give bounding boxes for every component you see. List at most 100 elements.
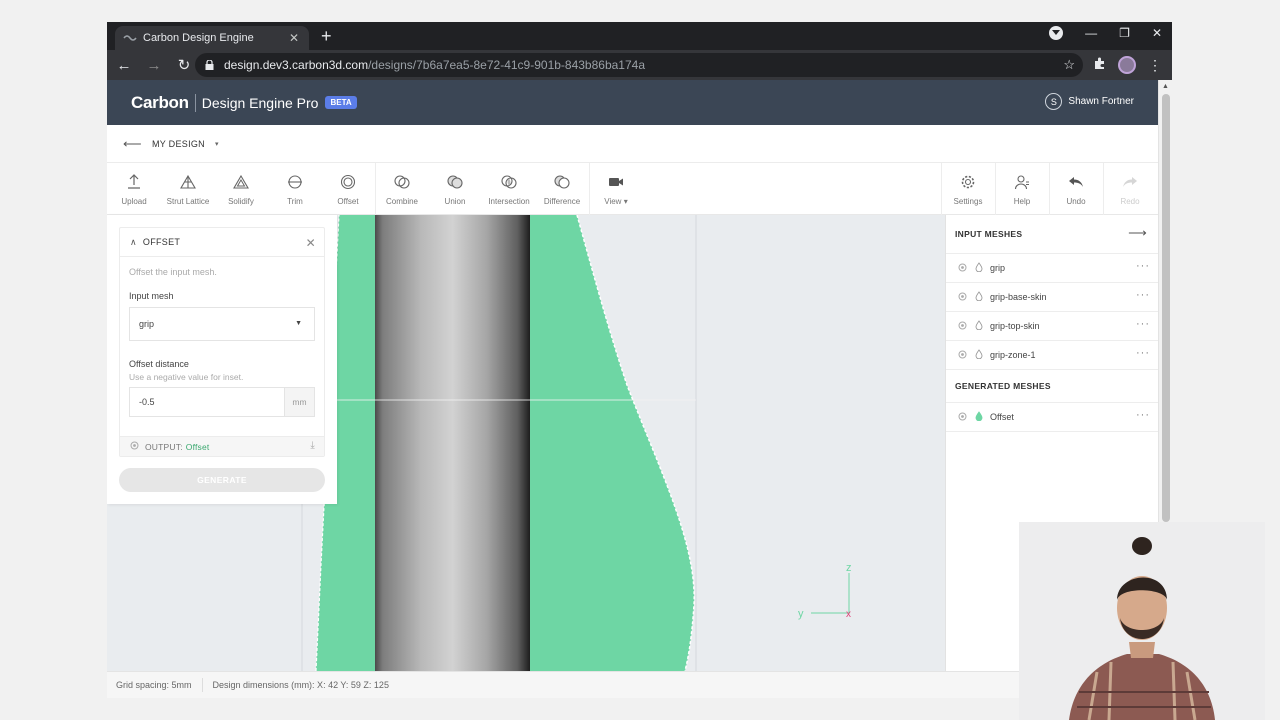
offset-unit: mm bbox=[284, 388, 314, 416]
offset-card-header[interactable]: ∧ OFFSET ✕ bbox=[120, 228, 324, 257]
strut-lattice-label: Strut Lattice bbox=[166, 197, 210, 206]
help-person-icon bbox=[1014, 173, 1030, 191]
combine-icon bbox=[393, 173, 411, 191]
tab-close-icon[interactable]: ✕ bbox=[287, 31, 301, 45]
input-mesh-label: Input mesh bbox=[129, 291, 174, 301]
beta-badge: BETA bbox=[325, 96, 357, 109]
mesh-list-item[interactable]: grip-base-skin ··· bbox=[946, 282, 1158, 311]
mesh-name: grip-base-skin bbox=[990, 292, 1047, 302]
browser-window: Carbon Design Engine ✕ + — ❐ ✕ ← → ↻ des… bbox=[107, 22, 1172, 698]
more-options-icon[interactable]: ··· bbox=[1136, 409, 1150, 421]
input-meshes-header: INPUT MESHES ⟶ bbox=[946, 215, 1158, 253]
union-button[interactable]: Union bbox=[428, 163, 482, 215]
more-options-icon[interactable]: ··· bbox=[1136, 347, 1150, 359]
mesh-surface-right bbox=[530, 215, 695, 671]
offset-distance-input[interactable]: -0.5 mm bbox=[129, 387, 315, 417]
trim-icon bbox=[287, 173, 303, 191]
eye-icon[interactable] bbox=[130, 441, 139, 452]
upload-button[interactable]: Upload bbox=[107, 163, 161, 215]
more-options-icon[interactable]: ··· bbox=[1136, 318, 1150, 330]
back-arrow-icon[interactable]: ⟵ bbox=[123, 136, 142, 152]
download-icon[interactable]: ⤓ bbox=[310, 440, 315, 451]
output-name: Offset bbox=[185, 441, 210, 452]
bookmark-star-icon[interactable]: ☆ bbox=[1063, 57, 1075, 73]
difference-button[interactable]: Difference bbox=[535, 163, 589, 215]
union-label: Union bbox=[444, 197, 466, 206]
droplet-icon bbox=[975, 320, 983, 332]
tab-title: Carbon Design Engine bbox=[143, 32, 254, 44]
url-field[interactable]: design.dev3.carbon3d.com/designs/7b6a7ea… bbox=[195, 53, 1083, 77]
mesh-list-item[interactable]: grip-top-skin ··· bbox=[946, 311, 1158, 340]
tab-search-icon[interactable] bbox=[1049, 26, 1064, 40]
chevron-up-icon[interactable]: ∧ bbox=[130, 237, 137, 248]
design-name[interactable]: MY DESIGN bbox=[152, 139, 205, 149]
strut-lattice-button[interactable]: Strut Lattice bbox=[161, 163, 215, 215]
view-menu-button[interactable]: View ▾ bbox=[589, 163, 643, 215]
close-icon[interactable]: ✕ bbox=[306, 236, 316, 250]
settings-button[interactable]: Settings bbox=[941, 163, 995, 215]
eye-icon[interactable] bbox=[958, 292, 967, 303]
solidify-label: Solidify bbox=[228, 197, 254, 206]
caret-down-icon[interactable]: ▾ bbox=[215, 140, 219, 148]
undo-button[interactable]: Undo bbox=[1049, 163, 1103, 215]
generate-button[interactable]: GENERATE bbox=[119, 468, 325, 492]
mesh-list-item[interactable]: grip ··· bbox=[946, 253, 1158, 282]
browser-menu-icon[interactable]: ⋮ bbox=[1148, 57, 1162, 74]
mesh-list-item[interactable]: grip-zone-1 ··· bbox=[946, 340, 1158, 369]
dropdown-arrow-icon: ▼ bbox=[295, 320, 302, 327]
mesh-list-item[interactable]: Offset ··· bbox=[946, 402, 1158, 431]
input-mesh-select[interactable]: grip ▼ bbox=[129, 307, 315, 341]
scroll-up-icon[interactable]: ▲ bbox=[1159, 83, 1172, 90]
eye-icon[interactable] bbox=[958, 321, 967, 332]
axis-gizmo: z y x bbox=[798, 562, 852, 620]
help-button[interactable]: Help bbox=[995, 163, 1049, 215]
address-bar-row: ← → ↻ design.dev3.carbon3d.com/designs/7… bbox=[107, 50, 1172, 80]
grip-cylinder bbox=[375, 215, 530, 671]
carbon-favicon-icon bbox=[123, 31, 137, 45]
trim-button[interactable]: Trim bbox=[268, 163, 322, 215]
browser-tab[interactable]: Carbon Design Engine ✕ bbox=[115, 26, 309, 50]
more-options-icon[interactable]: ··· bbox=[1136, 260, 1150, 272]
redo-icon bbox=[1122, 173, 1138, 191]
collapse-arrow-icon[interactable]: ⟶ bbox=[1128, 225, 1147, 241]
eye-icon[interactable] bbox=[958, 350, 967, 361]
window-controls: — ❐ ✕ bbox=[1049, 26, 1162, 40]
minimize-icon[interactable]: — bbox=[1085, 26, 1097, 40]
intersection-button[interactable]: Intersection bbox=[482, 163, 536, 215]
offset-distance-hint: Use a negative value for inset. bbox=[129, 372, 244, 382]
product-name: Design Engine Pro bbox=[201, 94, 319, 111]
new-tab-icon[interactable]: + bbox=[321, 27, 332, 45]
presenter-image bbox=[1019, 522, 1265, 720]
restore-icon[interactable]: ❐ bbox=[1119, 26, 1130, 40]
union-icon bbox=[446, 173, 464, 191]
z-axis-label: z bbox=[846, 562, 852, 574]
forward-icon[interactable]: → bbox=[141, 57, 167, 74]
offset-button[interactable]: Offset bbox=[321, 163, 375, 215]
eye-icon[interactable] bbox=[958, 263, 967, 274]
presenter-webcam bbox=[1019, 522, 1265, 720]
offset-description: Offset the input mesh. bbox=[129, 267, 217, 277]
combine-button[interactable]: Combine bbox=[375, 163, 429, 215]
intersection-icon bbox=[500, 173, 518, 191]
mesh-name: Offset bbox=[990, 412, 1014, 422]
extensions-icon[interactable] bbox=[1093, 57, 1106, 73]
back-icon[interactable]: ← bbox=[111, 57, 137, 74]
undo-icon bbox=[1068, 173, 1084, 191]
more-options-icon[interactable]: ··· bbox=[1136, 289, 1150, 301]
profile-avatar-icon[interactable] bbox=[1118, 56, 1136, 74]
eye-icon[interactable] bbox=[958, 412, 967, 423]
redo-button[interactable]: Redo bbox=[1103, 163, 1157, 215]
solidify-button[interactable]: Solidify bbox=[214, 163, 268, 215]
intersection-label: Intersection bbox=[488, 197, 530, 206]
tab-strip: Carbon Design Engine ✕ + — ❐ ✕ bbox=[107, 22, 1172, 50]
upload-label: Upload bbox=[121, 197, 147, 206]
reload-icon[interactable]: ↻ bbox=[171, 56, 197, 74]
tool-bar: Upload Strut Lattice Solidify Trim Offse… bbox=[107, 163, 1158, 215]
status-bar: Grid spacing: 5mm Design dimensions (mm)… bbox=[107, 671, 1158, 698]
browser-actions: ⋮ bbox=[1093, 56, 1162, 74]
scroll-thumb[interactable] bbox=[1162, 94, 1170, 522]
brand-logo[interactable]: Carbon bbox=[131, 93, 189, 113]
close-window-icon[interactable]: ✕ bbox=[1152, 26, 1162, 40]
droplet-icon bbox=[975, 291, 983, 303]
user-menu[interactable]: S Shawn Fortner bbox=[1045, 93, 1134, 110]
